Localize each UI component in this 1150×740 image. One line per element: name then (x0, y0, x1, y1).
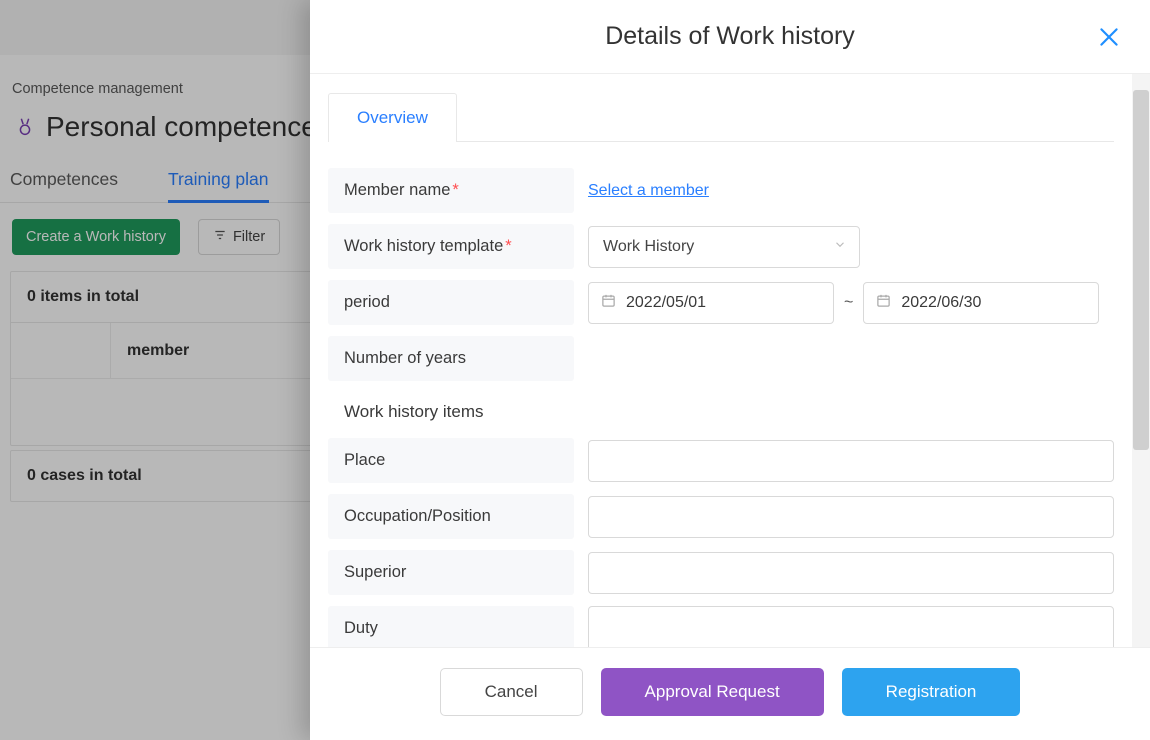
drawer-footer: Cancel Approval Request Registration (310, 647, 1150, 740)
period-from-input[interactable]: 2022/05/01 (588, 282, 834, 324)
chevron-down-icon (833, 238, 847, 257)
duty-textarea[interactable] (588, 606, 1114, 647)
number-of-years-value (588, 336, 1114, 382)
label-place: Place (328, 438, 574, 483)
drawer-scrollbar[interactable] (1132, 74, 1150, 647)
approval-request-button[interactable]: Approval Request (601, 668, 824, 716)
place-input[interactable] (588, 440, 1114, 482)
label-superior: Superior (328, 550, 574, 595)
calendar-icon (601, 293, 616, 313)
occupation-position-input[interactable] (588, 496, 1114, 538)
period-to-value: 2022/06/30 (901, 294, 981, 312)
period-from-value: 2022/05/01 (626, 294, 706, 312)
label-period: period (328, 280, 574, 325)
drawer-scrollbar-thumb[interactable] (1133, 90, 1149, 450)
select-member-link[interactable]: Select a member (588, 182, 709, 200)
period-separator: ~ (844, 294, 853, 312)
registration-button[interactable]: Registration (842, 668, 1021, 716)
label-duty: Duty (328, 606, 574, 647)
cancel-button[interactable]: Cancel (440, 668, 583, 716)
period-to-input[interactable]: 2022/06/30 (863, 282, 1099, 324)
superior-input[interactable] (588, 552, 1114, 594)
label-occupation-position: Occupation/Position (328, 494, 574, 539)
label-work-history-template: Work history template* (328, 224, 574, 269)
tab-overview[interactable]: Overview (328, 93, 457, 142)
select-value: Work History (603, 238, 694, 256)
drawer-tabs: Overview (328, 92, 1114, 142)
section-work-history-items: Work history items (328, 392, 1114, 430)
close-icon[interactable] (1096, 24, 1122, 50)
calendar-icon (876, 293, 891, 313)
drawer-body: Overview Member name* Select a member Wo… (310, 74, 1132, 647)
label-member-name: Member name* (328, 168, 574, 213)
work-history-template-select[interactable]: Work History (588, 226, 860, 268)
drawer-work-history-details: Details of Work history Overview Member … (310, 0, 1150, 740)
drawer-title: Details of Work history (605, 22, 855, 51)
label-number-of-years: Number of years (328, 336, 574, 381)
